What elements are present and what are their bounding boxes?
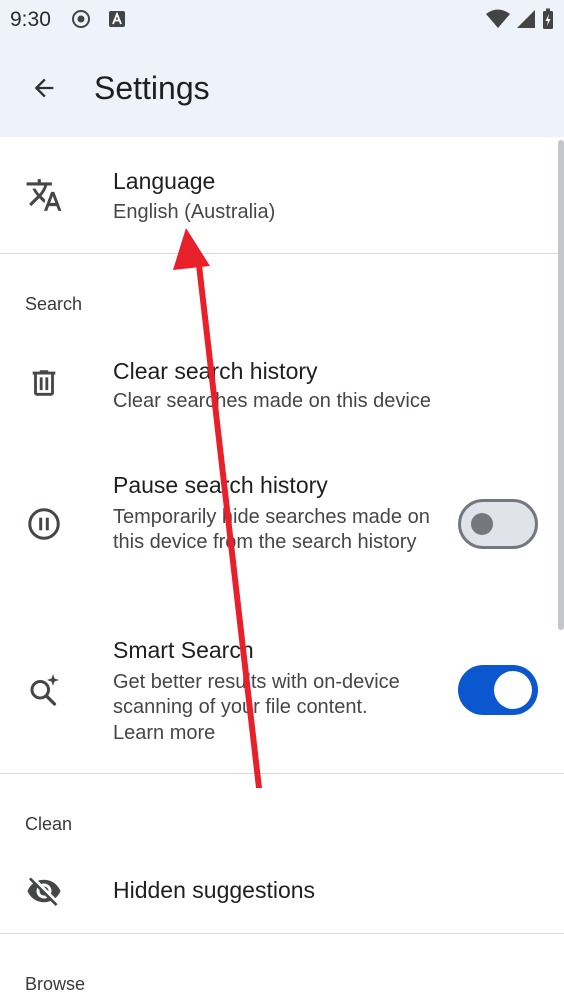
smart-search-switch[interactable] <box>458 665 538 715</box>
back-button[interactable] <box>22 66 66 110</box>
cell-signal-icon <box>517 10 535 28</box>
status-time: 9:30 <box>10 8 51 31</box>
battery-charging-icon <box>543 8 553 29</box>
hidden-suggestions-title: Hidden suggestions <box>113 877 316 903</box>
pause-search-history-switch[interactable] <box>458 499 538 549</box>
switch-knob <box>471 513 493 535</box>
app-notification-icon <box>109 11 125 27</box>
clear-search-history-title: Clear search history <box>113 358 318 384</box>
smart-search-title: Smart Search <box>113 637 254 663</box>
clear-search-history-subtitle: Clear searches made on this device <box>113 390 431 412</box>
clean-section-header: Clean <box>25 814 73 834</box>
settings-list[interactable]: Language English (Australia) Search Clea… <box>0 137 564 1004</box>
arrow-back-icon <box>34 78 54 98</box>
hidden-suggestions-setting[interactable]: Hidden suggestions <box>0 851 564 933</box>
delete-icon <box>24 363 64 403</box>
language-value: English (Australia) <box>113 201 276 223</box>
status-indicators <box>486 8 554 30</box>
pause-circle-icon <box>24 504 64 544</box>
visibility-off-icon <box>24 871 64 911</box>
language-title: Language <box>113 168 216 194</box>
smart-search-subtitle: Get better results with on-device scanni… <box>113 671 400 718</box>
divider <box>0 253 564 254</box>
browse-section-header: Browse <box>25 974 86 994</box>
media-notification-icon <box>72 10 90 28</box>
page-title: Settings <box>94 70 210 106</box>
translate-icon <box>24 175 64 215</box>
pause-search-history-subtitle: Temporarily hide searches made on this d… <box>113 506 430 553</box>
app-bar: Settings <box>0 40 564 137</box>
divider <box>0 933 564 934</box>
status-bar: 9:30 <box>0 0 564 40</box>
wifi-icon <box>486 9 510 28</box>
pause-search-history-title: Pause search history <box>113 472 328 498</box>
divider <box>0 773 564 774</box>
learn-more-link[interactable]: Learn more <box>113 721 443 746</box>
switch-knob <box>494 671 532 709</box>
search-sparkle-icon <box>24 669 64 709</box>
language-setting[interactable]: Language English (Australia) <box>0 137 564 253</box>
search-section-header: Search <box>25 294 83 314</box>
smart-search-setting[interactable]: Smart Search Get better results with on-… <box>0 623 564 763</box>
pause-search-history-setting[interactable]: Pause search history Temporarily hide se… <box>0 457 564 607</box>
clear-search-history-setting[interactable]: Clear search history Clear searches made… <box>0 333 564 439</box>
scrollbar[interactable] <box>558 140 564 630</box>
